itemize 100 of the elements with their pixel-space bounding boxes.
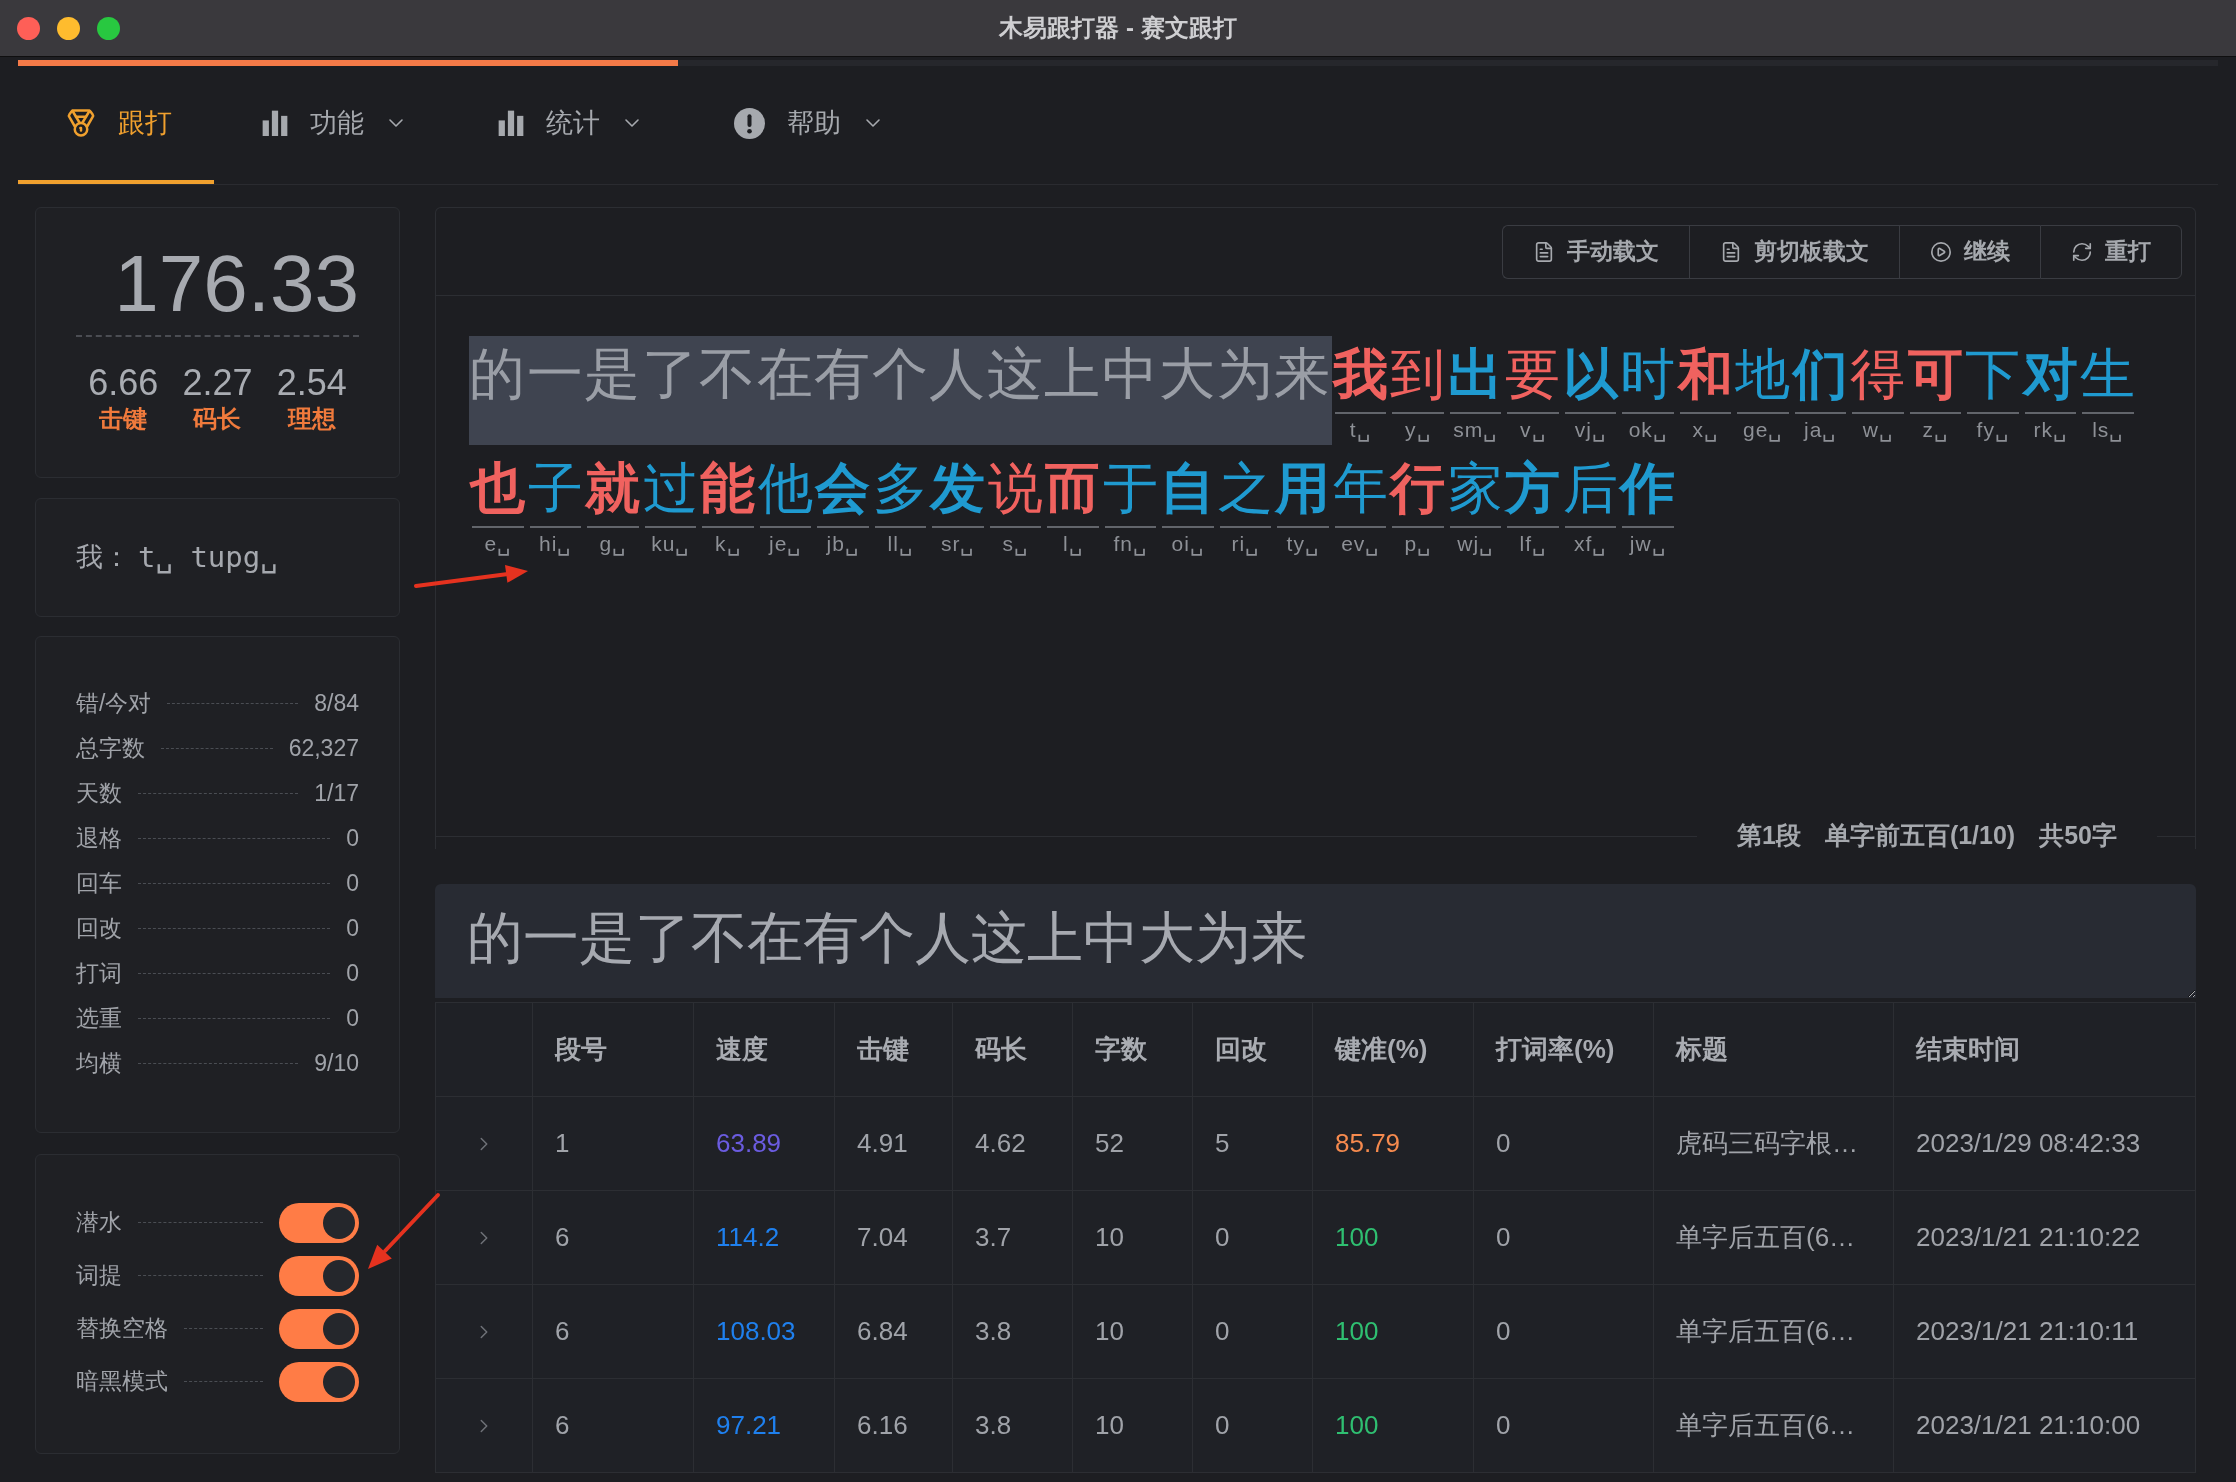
toolbar-button[interactable]: 重打: [2040, 224, 2182, 279]
code-hint: lf␣: [1519, 531, 1546, 558]
table-cell: 10: [1095, 1410, 1124, 1440]
table-cell: 108.03: [716, 1316, 796, 1346]
code-hint: z␣: [1922, 417, 1948, 444]
table-cell: 0: [1215, 1410, 1230, 1440]
passage-char: 对: [2021, 342, 2079, 407]
stat-name: 回改: [76, 914, 122, 944]
code-hint: w␣: [1862, 417, 1893, 444]
passage-char: 而: [1044, 456, 1102, 521]
table-cell: 6.16: [857, 1410, 908, 1440]
stat-number: 0: [346, 959, 359, 989]
passage-char: 要: [1504, 342, 1562, 407]
close-button[interactable]: [17, 16, 40, 40]
toggle-switch[interactable]: [279, 1255, 359, 1296]
minimize-button[interactable]: [57, 16, 80, 40]
input-field[interactable]: 的一是了不在有个人这上中大为来: [435, 884, 2196, 998]
stat-value: 6.66: [88, 363, 159, 403]
passage-char: 和: [1676, 342, 1734, 407]
table-cell: 10: [1095, 1222, 1124, 1252]
column-header: 字数: [1095, 1034, 1147, 1064]
table-cell: 6: [555, 1222, 570, 1252]
toolbar-button[interactable]: 手动载文: [1502, 224, 1689, 279]
switch-label: 暗黑模式: [76, 1367, 168, 1397]
passage-char: 自: [1159, 456, 1217, 521]
code-hint: ge␣: [1743, 417, 1783, 444]
passage-char: 生: [2079, 342, 2137, 407]
code-hint: t␣: [1349, 417, 1371, 444]
switch-label: 词提: [76, 1261, 122, 1291]
nav-tab[interactable]: 功能: [214, 66, 450, 184]
stat-name: 打词: [76, 959, 122, 989]
passage-char: 就: [584, 456, 642, 521]
bar-chart-icon: [498, 110, 524, 136]
stat-number: 0: [346, 1004, 359, 1034]
table-cell: 2023/1/21 21:10:11: [1916, 1316, 2139, 1346]
table-cell: 2023/1/21 21:10:00: [1916, 1410, 2141, 1440]
nav-tab[interactable]: 帮助: [686, 66, 927, 184]
column-header: 结束时间: [1916, 1034, 2020, 1064]
passage-char: 发: [929, 456, 987, 521]
document-icon: [1533, 240, 1555, 263]
switch-label: 替换空格: [76, 1314, 168, 1344]
code-hint: ok␣: [1628, 417, 1667, 444]
stat-label: 理想: [287, 404, 336, 434]
code-hint: ls␣: [2092, 417, 2124, 444]
passage-char: 后: [1561, 456, 1619, 521]
column-header: 段号: [555, 1034, 607, 1064]
nav-tab[interactable]: 统计: [450, 66, 686, 184]
table-cell: 6.84: [857, 1316, 908, 1346]
passage-char: 得: [1849, 342, 1907, 407]
passage-char: 以: [1561, 342, 1619, 407]
table-cell: 0: [1496, 1222, 1511, 1252]
stat-number: 8/84: [314, 689, 359, 719]
window-title: 木易跟打器 - 赛文跟打: [999, 13, 1237, 43]
table-cell: 6: [555, 1316, 570, 1346]
code-hint: jb␣: [826, 531, 859, 558]
typed-text: 的一是了不在有个人这上中大为来: [469, 336, 1332, 445]
speed-readout: 176.33: [114, 244, 359, 324]
stat-number: 1/17: [314, 779, 359, 809]
switch-label: 潜水: [76, 1208, 122, 1238]
passage-char: 可: [1906, 342, 1964, 407]
table-cell: 52: [1095, 1128, 1124, 1158]
toggle-switch[interactable]: [279, 1361, 359, 1402]
code-hint: oi␣: [1171, 531, 1204, 558]
stat-name: 错/今对: [76, 689, 152, 719]
stat-value: 2.54: [276, 363, 347, 403]
table-cell: 0: [1215, 1316, 1230, 1346]
table-cell: 4.62: [975, 1128, 1026, 1158]
code-hint: y␣: [1405, 417, 1431, 444]
table-cell: 6: [555, 1410, 570, 1440]
passage-char: 过: [641, 456, 699, 521]
code-hint: x␣: [1692, 417, 1718, 444]
passage-char: 我: [1331, 342, 1389, 407]
stat-name: 均横: [76, 1049, 122, 1079]
toolbar-button[interactable]: 剪切板载文: [1689, 224, 1899, 279]
column-header: 速度: [716, 1034, 768, 1064]
code-hint: fy␣: [1976, 417, 2009, 444]
table-cell: 100: [1335, 1316, 1379, 1346]
code-hint: v␣: [1520, 417, 1546, 444]
stat-number: 62,327: [288, 734, 359, 764]
nav-tab[interactable]: 跟打: [18, 66, 214, 184]
column-header: 回改: [1215, 1034, 1267, 1064]
maximize-button[interactable]: [97, 16, 120, 40]
table-cell: 3.8: [975, 1316, 1012, 1346]
table-cell: 85.79: [1335, 1128, 1401, 1158]
table-cell: 单字后五百(6…: [1676, 1316, 1856, 1346]
table-cell: 0: [1496, 1316, 1511, 1346]
hint-label: 我：: [76, 541, 130, 575]
status-text: 共50字: [2039, 820, 2117, 852]
passage-char: 于: [1101, 456, 1159, 521]
toggle-switch[interactable]: [279, 1308, 359, 1349]
stat-name: 选重: [76, 1004, 122, 1034]
passage-char: 地: [1734, 342, 1791, 407]
stat-number: 0: [346, 914, 359, 944]
code-hint: ty␣: [1286, 531, 1319, 558]
toggle-switch[interactable]: [279, 1202, 359, 1243]
table-cell: 2023/1/29 08:42:33: [1916, 1128, 2141, 1158]
stat-number: 0: [346, 824, 359, 854]
toolbar-button[interactable]: 继续: [1899, 224, 2040, 279]
passage-char: 到: [1389, 342, 1447, 407]
passage-char: 下: [1964, 342, 2022, 407]
